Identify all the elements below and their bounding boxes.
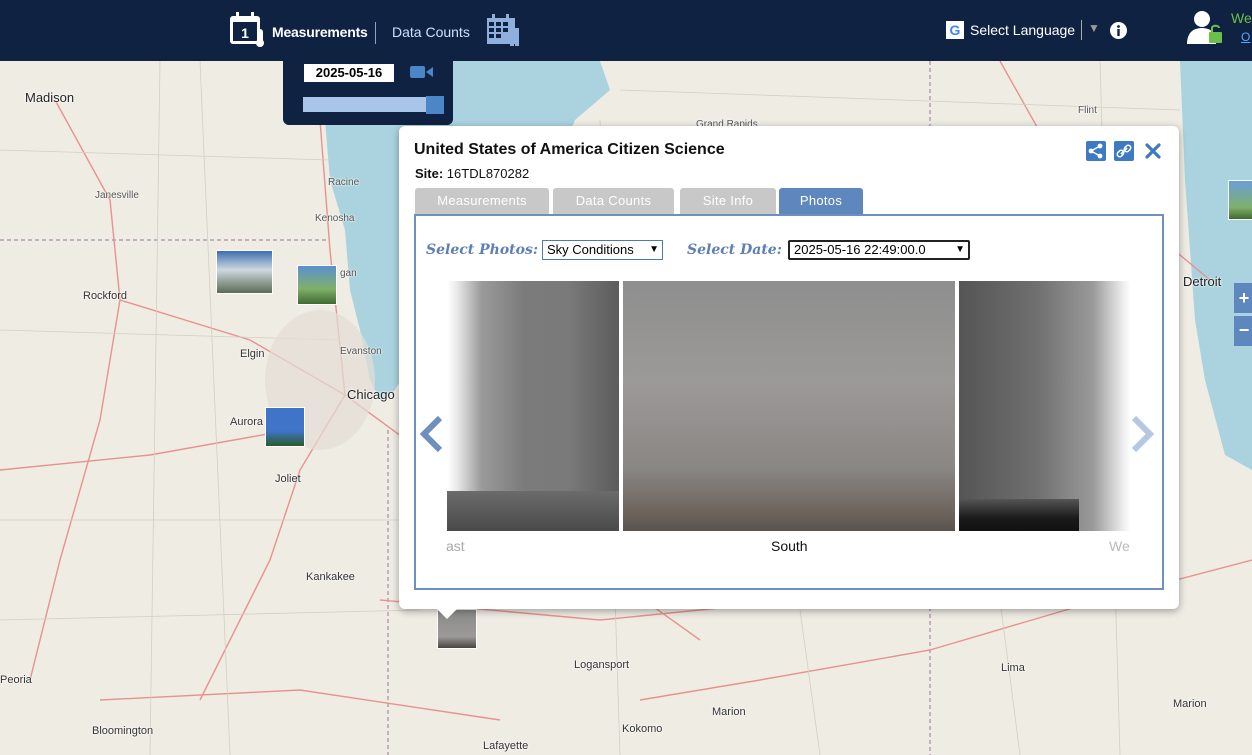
city-label-racine: Racine (328, 177, 360, 188)
city-label-evanston: Evanston (340, 346, 382, 357)
site-id-value: 16TDL870282 (446, 166, 530, 181)
date-slider-track[interactable] (303, 97, 435, 112)
photo-type-value: Sky Conditions (547, 242, 634, 257)
city-label-kokomo: Kokomo (622, 723, 663, 735)
language-select[interactable]: Select Language (970, 22, 1075, 38)
popup-tab-photos[interactable]: Photos (779, 188, 863, 214)
select-date-label: Select Date: (687, 242, 782, 258)
site-id-line: Site: 16TDL870282 (415, 166, 529, 181)
zoom-out-button[interactable]: − (1234, 316, 1252, 346)
top-navbar: 1 Measurements Data Counts G Select Lang… (0, 0, 1252, 61)
site-photo-marker[interactable] (1228, 180, 1252, 220)
city-label-madison: Madison (25, 90, 75, 105)
photo-date-select[interactable]: 2025-05-16 22:49:00.0 ▼ (788, 240, 970, 260)
share-icon[interactable] (1086, 141, 1106, 161)
site-label: Site: (415, 166, 444, 181)
photo-south[interactable] (623, 281, 955, 531)
photo-date-value: 2025-05-16 22:49:00.0 (794, 242, 926, 257)
city-label-lima: Lima (1001, 662, 1025, 674)
city-label-joliet: Joliet (275, 473, 301, 485)
photo-type-select[interactable]: Sky Conditions ▼ (542, 240, 663, 260)
current-date-field[interactable]: 2025-05-16 (304, 64, 394, 82)
language-dropdown-arrow-icon[interactable]: ▼ (1088, 21, 1100, 35)
photo-caption-south: South (771, 538, 808, 554)
calendar-day-number: 1 (241, 25, 249, 41)
site-photo-marker[interactable] (297, 265, 337, 305)
city-label-peoria: Peoria (0, 674, 32, 686)
photo-caption-east: ast (446, 538, 465, 554)
city-label-rockford: Rockford (83, 290, 128, 302)
calendar-grid-icon[interactable] (486, 12, 522, 48)
photo-caption-west: We (1109, 538, 1130, 554)
chevron-left-icon[interactable] (418, 414, 446, 454)
nav-tab-data-counts[interactable]: Data Counts (392, 24, 470, 40)
city-label-janesville: Janesville (95, 190, 139, 201)
city-label-aurora: Aurora (230, 416, 264, 428)
chevron-down-icon: ▼ (649, 244, 659, 255)
city-label-flint: Flint (1078, 105, 1097, 116)
video-camera-icon[interactable] (410, 64, 434, 80)
popup-tab-data-counts[interactable]: Data Counts (553, 188, 674, 214)
city-label-chicago: Chicago (347, 387, 395, 402)
city-label-logansport: Logansport (574, 659, 630, 671)
svg-text:G: G (950, 22, 961, 38)
city-label-lafayette: Lafayette (483, 740, 529, 752)
popup-pointer (437, 609, 457, 619)
welcome-link[interactable]: O (1241, 30, 1250, 44)
city-label-kankakee: Kankakee (306, 571, 355, 583)
popup-tab-site-info[interactable]: Site Info (680, 188, 776, 214)
calendar-measurements-icon[interactable]: 1 (228, 11, 266, 47)
site-photo-marker[interactable] (216, 250, 273, 294)
photo-east[interactable] (447, 281, 619, 531)
site-info-popup: United States of America Citizen Science… (399, 126, 1179, 619)
date-slider-handle[interactable] (426, 96, 444, 114)
language-divider (1081, 20, 1082, 40)
date-selector-panel: 2025-05-16 (283, 61, 453, 125)
nav-tab-measurements[interactable]: Measurements (272, 24, 368, 40)
link-icon[interactable] (1114, 141, 1134, 161)
chevron-right-icon[interactable] (1128, 414, 1156, 454)
close-icon[interactable] (1143, 141, 1163, 161)
city-label-elgin: Elgin (240, 348, 265, 360)
city-label-bloomington: Bloomington (92, 725, 154, 737)
popup-title: United States of America Citizen Science (414, 141, 725, 158)
chevron-down-icon: ▼ (955, 244, 965, 255)
info-icon[interactable] (1110, 22, 1127, 39)
city-label-marion: Marion (712, 706, 746, 718)
google-translate-icon: G (946, 21, 964, 39)
photo-west[interactable] (959, 281, 1131, 531)
welcome-text: We (1231, 10, 1252, 26)
photos-tab-content: Select Photos: Sky Conditions ▼ Select D… (414, 214, 1164, 590)
city-label-marion-oh: Marion (1173, 698, 1207, 710)
user-account-icon[interactable] (1186, 10, 1226, 46)
nav-divider (375, 22, 376, 44)
city-label-detroit: Detroit (1183, 274, 1222, 289)
site-photo-marker[interactable] (265, 407, 305, 447)
popup-tab-measurements[interactable]: Measurements (415, 188, 549, 214)
select-photos-label: Select Photos: (426, 242, 539, 258)
zoom-in-button[interactable]: + (1234, 283, 1252, 313)
city-label-waukegan: gan (340, 268, 357, 279)
city-label-kenosha: Kenosha (315, 213, 355, 224)
